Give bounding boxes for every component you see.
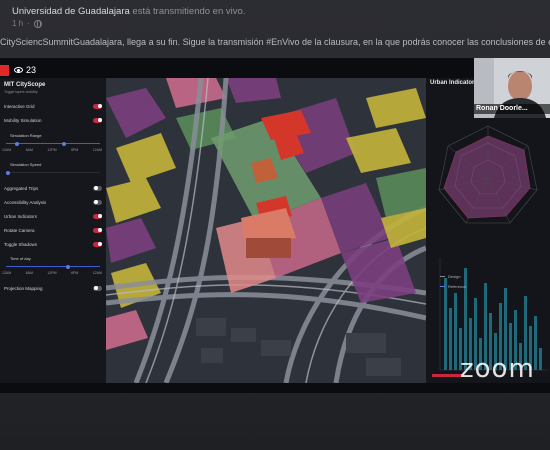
toggle-switch[interactable] — [93, 117, 102, 123]
control-label: Accessibility Analysis — [4, 199, 47, 205]
toggle-switch[interactable] — [93, 185, 102, 191]
control-label: Mobility Simulation — [4, 117, 42, 123]
legend-reference: Reference — [440, 284, 466, 289]
legend-label: Design — [448, 274, 461, 279]
tick-label: 6AM — [25, 271, 33, 275]
range-start-handle[interactable] — [15, 141, 20, 146]
control-mobility-simulation[interactable]: Mobility Simulation — [4, 116, 102, 124]
zoom-watermark: zoom — [460, 354, 535, 384]
facebook-live-post: Universidad de Guadalajara está transmit… — [0, 0, 550, 450]
control-label: Aggregated Trips — [4, 185, 39, 191]
participant-name: Ronan Doorle... — [474, 104, 550, 114]
speed-handle[interactable] — [6, 170, 10, 175]
tick-label: 12AM — [2, 148, 12, 152]
toggle-switch[interactable] — [93, 227, 102, 233]
control-urban-indicators[interactable]: Urban Indicators — [4, 212, 102, 220]
legend-swatch — [440, 276, 445, 277]
tick-label: 12AM — [92, 271, 102, 275]
range-end-handle[interactable] — [62, 141, 67, 146]
tick-label: 12PM — [47, 271, 57, 275]
live-video-player[interactable]: 23 MIT CityScope Toggle layers visibilit… — [0, 58, 550, 393]
participant-webcam: Ronan Doorle... — [474, 58, 550, 118]
tick-label: 12AM — [92, 148, 102, 152]
panel-title: MIT CityScope — [4, 82, 46, 88]
toggle-switch[interactable] — [93, 199, 102, 205]
post-caption: CitySciencSummitGuadalajara, llega a su … — [0, 37, 550, 47]
tick-label: 6AM — [25, 148, 33, 152]
simulation-range-ticks: 12AM 6AM 12PM 6PM 12AM — [2, 148, 102, 152]
control-label: Rotate Camera — [4, 227, 35, 233]
city-3d-map[interactable] — [106, 78, 426, 383]
control-label: Urban Indicators — [4, 213, 38, 219]
live-badge — [0, 65, 9, 76]
legend-swatch — [440, 286, 445, 287]
panel-subtitle: Toggle layers visibility — [4, 90, 38, 94]
control-label: Toggle Shadows — [4, 241, 38, 247]
author-name[interactable]: Universidad de Guadalajara — [12, 6, 130, 17]
simulation-range-slider[interactable] — [6, 141, 100, 146]
toggle-switch[interactable] — [93, 213, 102, 219]
simulation-speed-slider[interactable] — [6, 170, 100, 175]
simulation-range-label: Simulation Range — [10, 133, 42, 138]
legend-label: Reference — [448, 284, 467, 289]
cityscope-control-panel: MIT CityScope Toggle layers visibility I… — [0, 78, 106, 383]
city-map-render — [106, 78, 426, 383]
time-handle[interactable] — [66, 264, 71, 269]
control-label: Interactive Grid — [4, 103, 35, 109]
eye-icon — [14, 67, 23, 73]
legend-design: Design — [440, 274, 460, 279]
post-below-area — [0, 393, 550, 450]
control-aggregated-trips[interactable]: Aggregated Trips — [4, 184, 102, 192]
toggle-switch[interactable] — [93, 285, 102, 291]
control-rotate-camera[interactable]: Rotate Camera — [4, 226, 102, 234]
globe-icon — [33, 19, 42, 28]
toggle-switch[interactable] — [93, 241, 102, 247]
indicators-charts — [438, 125, 548, 371]
time-of-day-label: Time of day — [10, 256, 31, 261]
post-meta: 1 h · — [12, 19, 42, 28]
control-label: Projection Mapping — [4, 285, 43, 291]
tick-label: 6PM — [71, 148, 79, 152]
time-of-day-ticks: 12AM 6AM 12PM 6PM 12AM — [2, 271, 102, 275]
control-toggle-shadows[interactable]: Toggle Shadows — [4, 240, 102, 248]
toggle-switch[interactable] — [93, 103, 102, 109]
control-interactive-grid[interactable]: Interactive Grid — [4, 102, 102, 110]
tick-label: 6PM — [71, 271, 79, 275]
urban-indicators-panel: Urban Indicators Design Reference — [426, 78, 550, 383]
post-header: Universidad de Guadalajara está transmit… — [0, 0, 550, 36]
control-accessibility-analysis[interactable]: Accessibility Analysis — [4, 198, 102, 206]
recording-indicator — [432, 374, 462, 377]
control-projection-mapping[interactable]: Projection Mapping — [4, 284, 102, 292]
tick-label: 12PM — [47, 148, 57, 152]
viewer-count-value: 23 — [26, 65, 37, 75]
post-author-line: Universidad de Guadalajara está transmit… — [12, 6, 245, 17]
time-of-day-slider[interactable] — [6, 264, 100, 269]
simulation-speed-label: Simulation Speed — [10, 162, 42, 167]
tick-label: 12AM — [2, 271, 12, 275]
viewer-count: 23 — [14, 65, 36, 75]
post-action: está transmitiendo en vivo. — [132, 6, 246, 17]
post-time[interactable]: 1 h — [12, 19, 23, 28]
